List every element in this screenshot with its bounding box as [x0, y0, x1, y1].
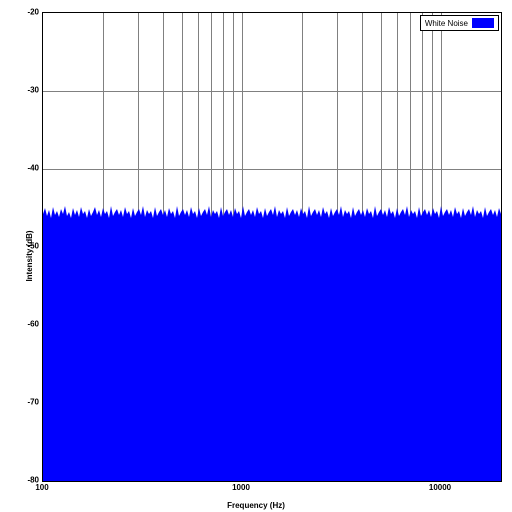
- noise-fill: [43, 224, 501, 481]
- y-tick: -40: [27, 164, 39, 173]
- y-tick: -50: [27, 242, 39, 251]
- legend-swatch: [472, 18, 494, 28]
- y-tick: -20: [27, 8, 39, 17]
- y-tick: -70: [27, 398, 39, 407]
- plot-area: White Noise: [42, 12, 502, 482]
- x-tick: 100: [35, 483, 48, 492]
- y-tick: -30: [27, 86, 39, 95]
- noise-peaks: [43, 204, 501, 224]
- legend-label: White Noise: [425, 19, 468, 28]
- legend: White Noise: [420, 15, 499, 31]
- y-axis-label: Intensity (dB): [25, 230, 34, 281]
- y-tick: -60: [27, 320, 39, 329]
- x-tick: 10000: [429, 483, 451, 492]
- x-tick: 1000: [232, 483, 250, 492]
- spectrum-chart: White Noise Intensity (dB) Frequency (Hz…: [0, 0, 512, 512]
- x-axis-label: Frequency (Hz): [227, 501, 285, 510]
